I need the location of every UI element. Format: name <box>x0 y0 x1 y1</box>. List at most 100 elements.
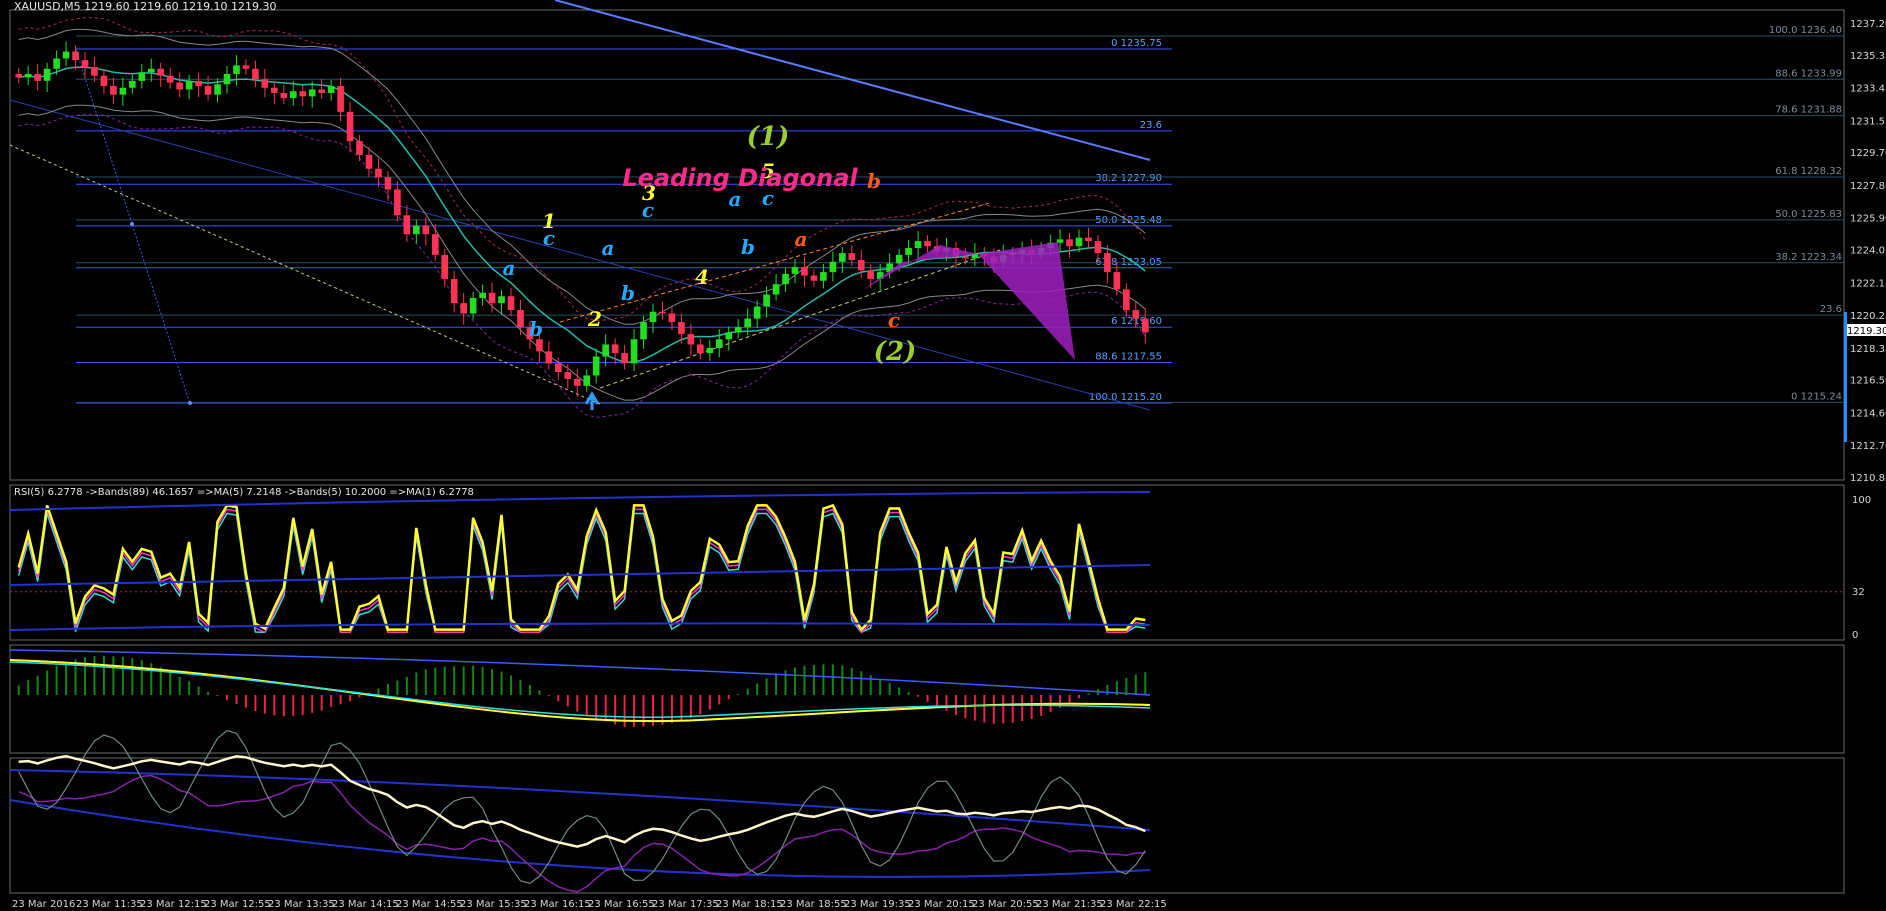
candle-body[interactable] <box>687 334 695 345</box>
candle-body[interactable] <box>1085 237 1092 242</box>
candle-body[interactable] <box>725 332 733 340</box>
candle-body[interactable] <box>346 111 354 142</box>
candle-body[interactable] <box>53 58 60 69</box>
candle-body[interactable] <box>640 322 647 340</box>
candle-body[interactable] <box>905 247 912 255</box>
candle-body[interactable] <box>536 339 543 352</box>
candle-body[interactable] <box>185 80 193 90</box>
candle-body[interactable] <box>318 89 325 93</box>
candle-body[interactable] <box>697 344 704 354</box>
candle-body[interactable] <box>744 318 751 328</box>
candle-body[interactable] <box>233 65 240 74</box>
candle-body[interactable] <box>772 284 780 295</box>
candle-body[interactable] <box>1132 310 1140 319</box>
candle-body[interactable] <box>545 351 553 364</box>
candle-body[interactable] <box>507 296 515 311</box>
candle-body[interactable] <box>242 65 250 69</box>
candle-body[interactable] <box>450 278 458 304</box>
candle-body[interactable] <box>555 363 562 373</box>
candle-body[interactable] <box>734 327 742 333</box>
candle-body[interactable] <box>488 292 496 304</box>
candle-body[interactable] <box>289 91 297 99</box>
chart-canvas[interactable]: 0 1235.75 23.6 38.2 1227.90 50.0 1225.48 61.… <box>0 0 1886 911</box>
candle-body[interactable] <box>24 73 32 78</box>
candle-body[interactable] <box>1094 241 1102 254</box>
candle-body[interactable] <box>706 347 714 354</box>
candle-body[interactable] <box>649 311 657 323</box>
candle-body[interactable] <box>375 168 382 178</box>
candle-body[interactable] <box>810 275 818 281</box>
candle-body[interactable] <box>1066 239 1073 247</box>
candle-body[interactable] <box>138 72 146 81</box>
candle-body[interactable] <box>924 241 931 247</box>
candle-body[interactable] <box>308 89 316 97</box>
candle-body[interactable] <box>583 375 591 386</box>
candle-body[interactable] <box>110 86 117 95</box>
candle-body[interactable] <box>1141 318 1149 333</box>
candle-body[interactable] <box>337 86 344 112</box>
candle-body[interactable] <box>914 241 922 248</box>
candle-body[interactable] <box>384 177 392 190</box>
candle-body[interactable] <box>1113 272 1121 290</box>
candle-body[interactable] <box>611 344 619 354</box>
candle-body[interactable] <box>43 68 51 81</box>
candle-body[interactable] <box>72 51 79 61</box>
candle-body[interactable] <box>365 154 373 169</box>
candle-body[interactable] <box>204 86 212 95</box>
scroll-marker[interactable] <box>1844 312 1847 442</box>
candle-body[interactable] <box>327 86 335 93</box>
candle-body[interactable] <box>299 91 307 97</box>
candle-body[interactable] <box>157 68 165 76</box>
candle-body[interactable] <box>573 378 581 386</box>
candle-body[interactable] <box>147 68 155 73</box>
candle-body[interactable] <box>62 51 70 59</box>
candle-body[interactable] <box>34 73 41 81</box>
candle-body[interactable] <box>857 260 865 271</box>
candle-body[interactable] <box>119 87 127 95</box>
candle-body[interactable] <box>441 254 449 279</box>
candle-body[interactable] <box>469 297 477 314</box>
candle-body[interactable] <box>715 339 723 348</box>
candle-body[interactable] <box>801 266 808 276</box>
candle-body[interactable] <box>176 82 183 90</box>
candle-body[interactable] <box>820 272 827 281</box>
candle-body[interactable] <box>261 79 269 88</box>
candle-body[interactable] <box>630 339 638 364</box>
candle-body[interactable] <box>100 75 108 87</box>
candle-body[interactable] <box>356 141 363 155</box>
candle-body[interactable] <box>413 225 420 235</box>
candle-body[interactable] <box>498 296 505 304</box>
candle-body[interactable] <box>1104 253 1111 273</box>
candle-body[interactable] <box>252 68 259 80</box>
candle-body[interactable] <box>848 253 856 261</box>
candle-body[interactable] <box>564 372 572 379</box>
candle-body[interactable] <box>91 67 98 76</box>
candle-body[interactable] <box>81 60 89 68</box>
candle-body[interactable] <box>602 344 609 357</box>
candle-body[interactable] <box>962 256 969 259</box>
candle-body[interactable] <box>15 73 23 78</box>
candle-body[interactable] <box>517 310 524 328</box>
candle-body[interactable] <box>1123 289 1130 311</box>
candle-body[interactable] <box>592 356 600 376</box>
candle-body[interactable] <box>214 84 221 95</box>
candle-body[interactable] <box>829 261 837 273</box>
candle-body[interactable] <box>659 311 666 314</box>
candle-body[interactable] <box>782 273 789 285</box>
candle-body[interactable] <box>867 270 875 279</box>
candle-body[interactable] <box>668 313 676 323</box>
candle-body[interactable] <box>223 73 231 85</box>
candle-body[interactable] <box>1075 237 1083 247</box>
candle-body[interactable] <box>895 254 903 264</box>
candle-body[interactable] <box>763 294 770 307</box>
trend-anchor[interactable] <box>188 401 192 405</box>
candle-body[interactable] <box>753 306 761 319</box>
candle-body[interactable] <box>403 215 411 235</box>
candle-body[interactable] <box>621 353 628 364</box>
candle-body[interactable] <box>129 80 136 88</box>
trend-anchor[interactable] <box>130 222 134 226</box>
candle-body[interactable] <box>195 80 202 87</box>
candle-body[interactable] <box>422 225 430 235</box>
candle-body[interactable] <box>678 322 685 335</box>
candle-body[interactable] <box>479 292 486 298</box>
